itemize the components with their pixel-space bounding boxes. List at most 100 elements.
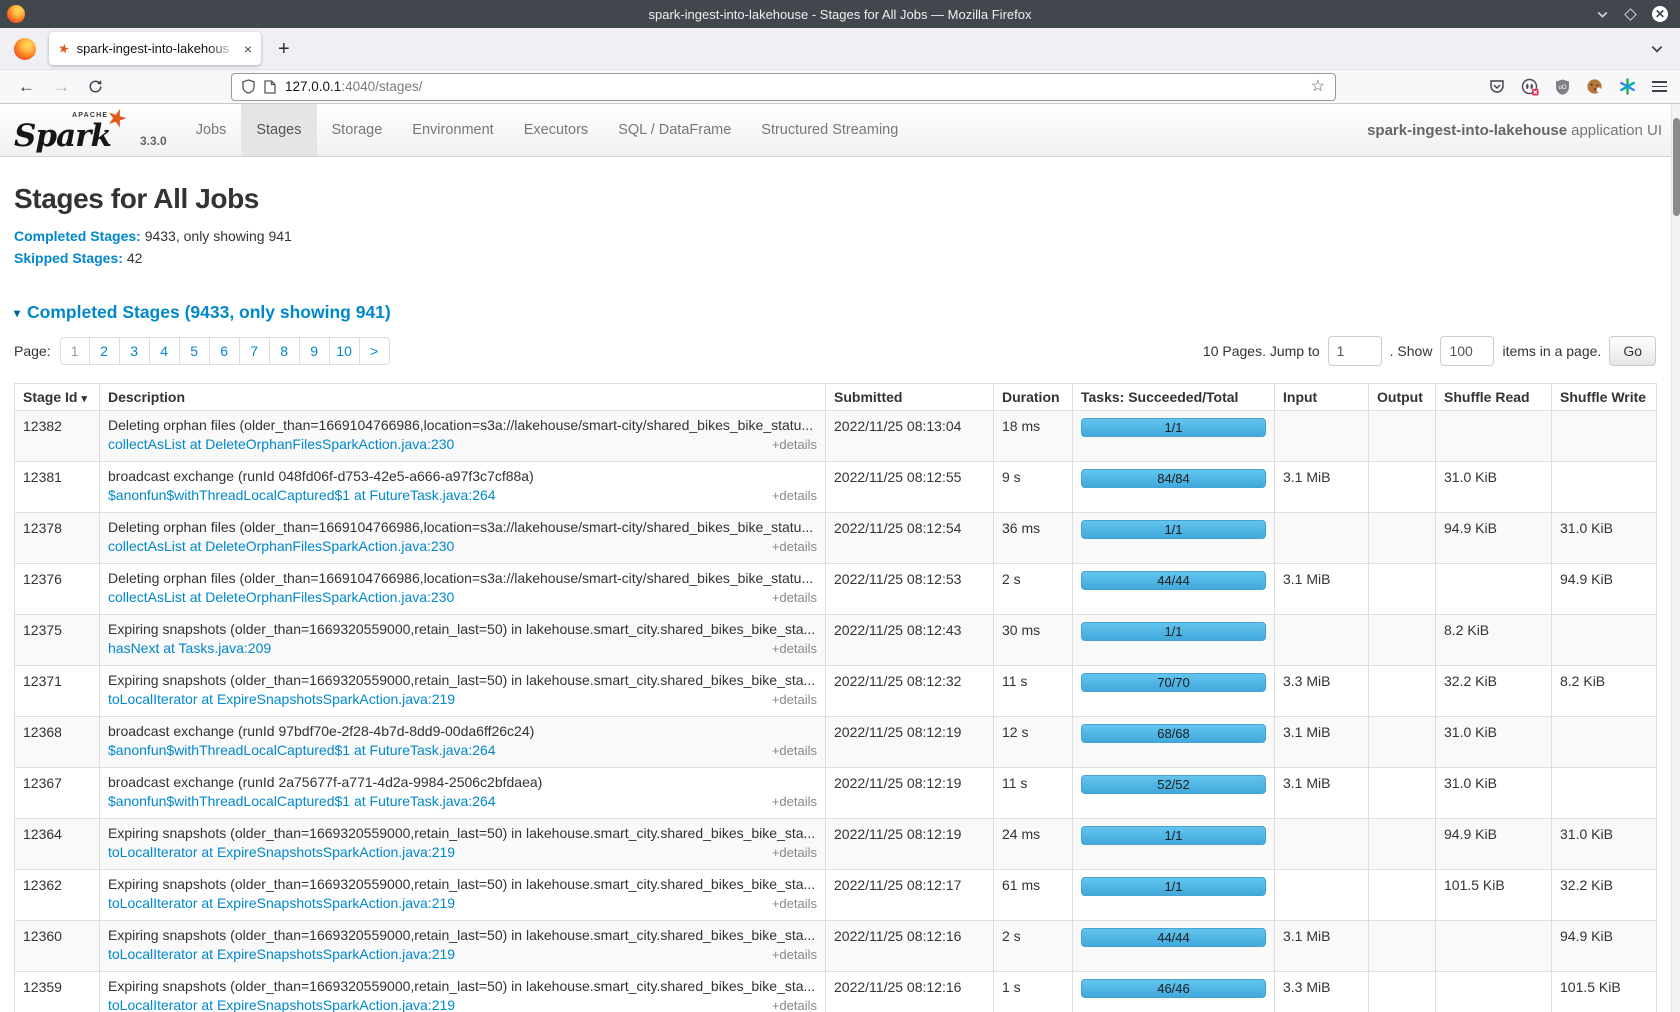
page-button[interactable]: 3 xyxy=(120,337,150,365)
callsite-link[interactable]: collectAsList at DeleteOrphanFilesSparkA… xyxy=(108,538,454,554)
col-stage-id[interactable]: Stage Id▾ xyxy=(15,384,100,411)
table-row: 12364 Expiring snapshots (older_than=166… xyxy=(15,819,1657,870)
details-toggle[interactable]: +details xyxy=(772,488,817,503)
details-toggle[interactable]: +details xyxy=(772,794,817,809)
containers-extension-icon[interactable] xyxy=(1521,78,1539,96)
page-info-icon[interactable] xyxy=(264,80,276,94)
details-toggle[interactable]: +details xyxy=(772,845,817,860)
col-tasks[interactable]: Tasks: Succeeded/Total xyxy=(1073,384,1275,411)
page-button[interactable]: 6 xyxy=(210,337,240,365)
asterisk-extension-icon[interactable] xyxy=(1619,78,1636,95)
col-duration[interactable]: Duration xyxy=(994,384,1073,411)
ublock-shield-icon[interactable]: uO xyxy=(1555,79,1570,95)
input-cell xyxy=(1275,513,1369,564)
callsite-link[interactable]: hasNext at Tasks.java:209 xyxy=(108,640,271,656)
list-tabs-chevron-icon[interactable] xyxy=(1650,42,1664,56)
col-description[interactable]: Description xyxy=(100,384,826,411)
col-shuffle-write[interactable]: Shuffle Write xyxy=(1552,384,1657,411)
input-cell: 3.1 MiB xyxy=(1275,921,1369,972)
stage-description: Expiring snapshots (older_than=166932055… xyxy=(108,619,817,637)
callsite-link[interactable]: toLocalIterator at ExpireSnapshotsSparkA… xyxy=(108,844,455,860)
shuffle-write-cell xyxy=(1552,717,1657,768)
details-toggle[interactable]: +details xyxy=(772,692,817,707)
nav-item-stages[interactable]: Stages xyxy=(241,104,316,156)
details-toggle[interactable]: +details xyxy=(772,641,817,656)
nav-item-sql-dataframe[interactable]: SQL / DataFrame xyxy=(603,104,746,156)
callsite-link[interactable]: toLocalIterator at ExpireSnapshotsSparkA… xyxy=(108,895,455,911)
callsite-link[interactable]: collectAsList at DeleteOrphanFilesSparkA… xyxy=(108,589,454,605)
maximize-button[interactable] xyxy=(1624,8,1637,21)
page-button[interactable]: 10 xyxy=(330,337,360,365)
callsite-link[interactable]: $anonfun$withThreadLocalCaptured$1 at Fu… xyxy=(108,742,496,758)
shuffle-write-cell: 31.0 KiB xyxy=(1552,513,1657,564)
details-toggle[interactable]: +details xyxy=(772,743,817,758)
jump-to-input[interactable] xyxy=(1328,336,1382,366)
firefox-icon[interactable] xyxy=(14,38,36,60)
tasks-cell: 44/44 xyxy=(1073,921,1275,972)
page-button[interactable]: 9 xyxy=(300,337,330,365)
page-button[interactable]: 5 xyxy=(180,337,210,365)
tab-close-icon[interactable]: × xyxy=(244,42,252,56)
pocket-icon[interactable] xyxy=(1489,79,1505,95)
details-toggle[interactable]: +details xyxy=(772,539,817,554)
callsite-link[interactable]: toLocalIterator at ExpireSnapshotsSparkA… xyxy=(108,997,455,1012)
details-toggle[interactable]: +details xyxy=(772,947,817,962)
page-button[interactable]: 7 xyxy=(240,337,270,365)
page-button[interactable]: 8 xyxy=(270,337,300,365)
page-size-input[interactable] xyxy=(1440,336,1494,366)
tasks-progress-bar: 68/68 xyxy=(1081,724,1266,743)
callsite-link[interactable]: collectAsList at DeleteOrphanFilesSparkA… xyxy=(108,436,454,452)
new-tab-button[interactable]: + xyxy=(278,39,290,59)
page-button[interactable]: 1 xyxy=(60,337,90,365)
nav-item-structured-streaming[interactable]: Structured Streaming xyxy=(746,104,913,156)
nav-item-environment[interactable]: Environment xyxy=(397,104,508,156)
url-text[interactable]: 127.0.0.1:4040/stages/ xyxy=(285,79,1302,94)
col-submitted[interactable]: Submitted xyxy=(826,384,994,411)
browser-tab[interactable]: ★ spark-ingest-into-lakehous × xyxy=(49,32,261,65)
forward-button[interactable]: → xyxy=(53,78,70,95)
stage-description: Expiring snapshots (older_than=166932055… xyxy=(108,976,817,994)
back-button[interactable]: ← xyxy=(18,78,35,95)
description-cell: Deleting orphan files (older_than=166910… xyxy=(100,411,826,462)
menu-hamburger-icon[interactable] xyxy=(1652,81,1667,92)
col-output[interactable]: Output xyxy=(1369,384,1436,411)
cookie-icon[interactable] xyxy=(1586,78,1603,95)
stage-id-cell: 12367 xyxy=(15,768,100,819)
bookmark-star-icon[interactable]: ☆ xyxy=(1311,79,1325,95)
duration-cell: 12 s xyxy=(994,717,1073,768)
input-cell: 3.1 MiB xyxy=(1275,717,1369,768)
window-titlebar[interactable]: spark-ingest-into-lakehouse - Stages for… xyxy=(0,0,1680,28)
page-next-button[interactable]: > xyxy=(360,337,390,365)
close-button[interactable]: ✕ xyxy=(1652,6,1668,22)
col-shuffle-read[interactable]: Shuffle Read xyxy=(1436,384,1552,411)
nav-item-executors[interactable]: Executors xyxy=(509,104,603,156)
reload-button[interactable] xyxy=(88,79,103,94)
input-cell xyxy=(1275,870,1369,921)
col-input[interactable]: Input xyxy=(1275,384,1369,411)
page-scrollbar[interactable] xyxy=(1671,104,1680,1012)
callsite-link[interactable]: $anonfun$withThreadLocalCaptured$1 at Fu… xyxy=(108,487,496,503)
nav-item-jobs[interactable]: Jobs xyxy=(181,104,242,156)
spark-logo[interactable]: APACHE Spark ★ xyxy=(14,104,140,156)
page-button[interactable]: 2 xyxy=(90,337,120,365)
completed-stages-section-toggle[interactable]: ▾ Completed Stages (9433, only showing 9… xyxy=(14,302,1656,323)
table-row: 12378 Deleting orphan files (older_than=… xyxy=(15,513,1657,564)
minimize-button[interactable] xyxy=(1596,8,1609,21)
page-button[interactable]: 4 xyxy=(150,337,180,365)
details-toggle[interactable]: +details xyxy=(772,896,817,911)
nav-item-storage[interactable]: Storage xyxy=(317,104,398,156)
url-bar[interactable]: 127.0.0.1:4040/stages/ ☆ xyxy=(231,73,1336,101)
tasks-cell: 70/70 xyxy=(1073,666,1275,717)
callsite-link[interactable]: toLocalIterator at ExpireSnapshotsSparkA… xyxy=(108,946,455,962)
details-toggle[interactable]: +details xyxy=(772,590,817,605)
details-toggle[interactable]: +details xyxy=(772,437,817,452)
details-toggle[interactable]: +details xyxy=(772,998,817,1012)
stages-table-body: 12382 Deleting orphan files (older_than=… xyxy=(15,411,1657,1012)
stage-description: Expiring snapshots (older_than=166932055… xyxy=(108,670,817,688)
tasks-progress-bar: 1/1 xyxy=(1081,877,1266,896)
callsite-link[interactable]: $anonfun$withThreadLocalCaptured$1 at Fu… xyxy=(108,793,496,809)
callsite-link[interactable]: toLocalIterator at ExpireSnapshotsSparkA… xyxy=(108,691,455,707)
scrollbar-thumb[interactable] xyxy=(1673,118,1680,216)
shield-icon[interactable] xyxy=(242,79,255,94)
go-button[interactable]: Go xyxy=(1609,336,1656,366)
